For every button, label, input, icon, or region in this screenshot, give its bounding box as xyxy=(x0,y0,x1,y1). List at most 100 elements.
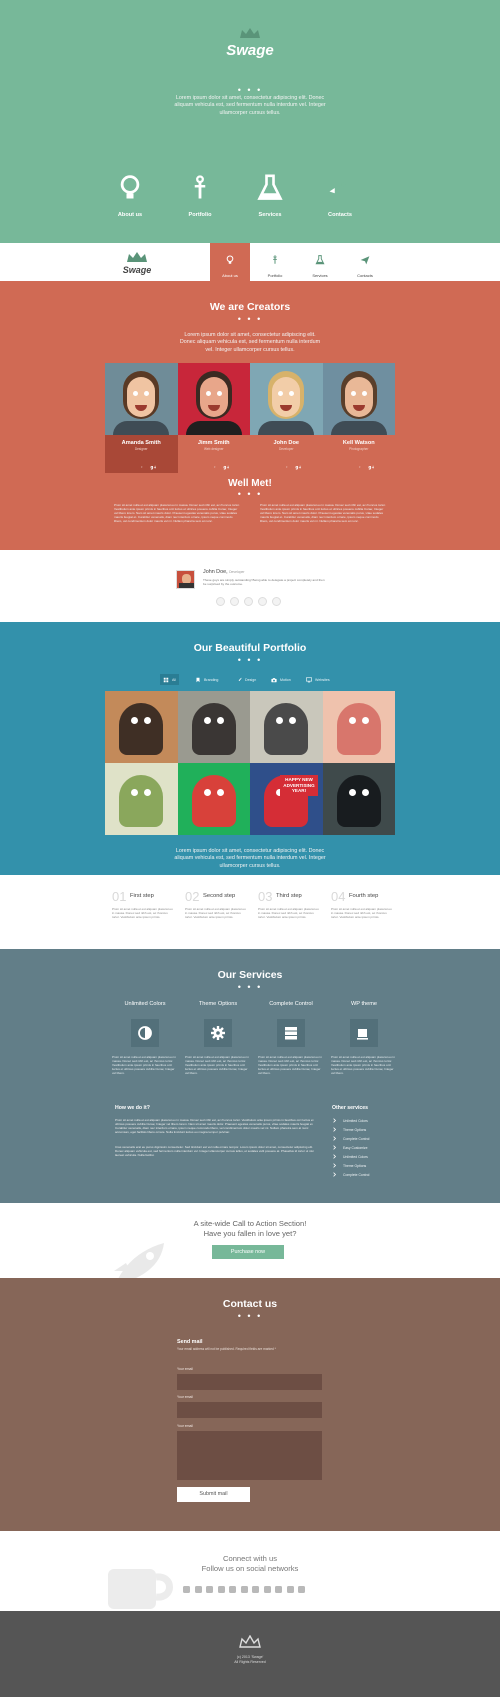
facebook-link[interactable] xyxy=(138,457,144,475)
myspace-icon[interactable] xyxy=(298,1586,305,1593)
twitter-link[interactable] xyxy=(344,457,350,475)
rss-icon[interactable] xyxy=(275,1586,282,1593)
step-text: Proin sit amet nulla et est aliquam plac… xyxy=(258,907,319,919)
how-paragraph-1: Proin sit amet nulla et est aliquam plac… xyxy=(115,1118,314,1135)
portfolio-item[interactable]: HAPPY NEW ADVERTISING YEAR! xyxy=(250,763,323,835)
pager-dot[interactable] xyxy=(216,597,225,606)
portfolio-character-eye xyxy=(131,789,138,796)
google-plus-icon[interactable] xyxy=(240,1586,248,1593)
nav-item-portfolio[interactable]: Portfolio xyxy=(255,243,295,281)
hero-link-contacts[interactable]: Contacts xyxy=(310,174,370,218)
lastfm-icon[interactable] xyxy=(263,1586,271,1593)
twitter-link[interactable] xyxy=(199,457,205,475)
portfolio-item[interactable] xyxy=(322,691,395,763)
purchase-button[interactable]: Purchase now xyxy=(212,1245,284,1259)
member-role: Photographer xyxy=(349,447,369,451)
portfolio-item[interactable] xyxy=(105,691,178,763)
other-service-link[interactable]: Complete Control xyxy=(332,1172,369,1177)
twitter-icon[interactable] xyxy=(194,1586,202,1593)
eye xyxy=(144,391,149,396)
hero-link-about-us[interactable]: About us xyxy=(100,174,160,218)
pager-dot[interactable] xyxy=(230,597,239,606)
portfolio-item[interactable] xyxy=(177,691,250,763)
service-title: Unlimited Colors xyxy=(124,1001,166,1007)
team-photo xyxy=(105,363,178,435)
testimonial-pager xyxy=(216,597,286,607)
hero-link-label: Services xyxy=(258,212,282,218)
filter-all[interactable]: All xyxy=(160,674,179,685)
google-plus-link[interactable]: g+ xyxy=(295,457,302,475)
portfolio-item[interactable] xyxy=(105,763,178,835)
portfolio-character-eye xyxy=(144,717,151,724)
other-service-link[interactable]: Unlimited Colors xyxy=(332,1154,368,1159)
email-input-1[interactable] xyxy=(177,1374,322,1390)
filter-websites[interactable]: Websites xyxy=(303,674,333,685)
twitter-link[interactable] xyxy=(271,457,277,475)
other-service-link[interactable]: Unlimited Colors xyxy=(332,1118,368,1123)
rocket-icon xyxy=(329,182,346,194)
facebook-icon[interactable] xyxy=(229,1586,236,1593)
facebook-link[interactable] xyxy=(211,457,217,475)
flask-icon xyxy=(315,255,325,265)
brush-icon xyxy=(238,677,242,681)
member-role: Developer xyxy=(278,447,294,451)
team-card: Kell WatsonPhotographer g+ xyxy=(323,435,396,473)
member-name: Jimm Smith xyxy=(197,440,230,446)
shoulders xyxy=(185,421,242,435)
team-card[interactable]: Amanda SmithDesigner g+ xyxy=(105,435,178,473)
facebook-link[interactable] xyxy=(283,457,289,475)
twitter-link[interactable] xyxy=(126,457,132,475)
bookmark-icon xyxy=(196,677,200,682)
other-service-link[interactable]: Theme Options xyxy=(332,1163,366,1168)
contact-section: Contact us • • • Send mail Your email ad… xyxy=(0,1278,500,1531)
filter-branding[interactable]: Branding xyxy=(192,674,221,685)
team-card: Jimm SmithWeb designer g+ xyxy=(178,435,251,473)
meet-column-left: Proin sit amet nulla et est aliquam plac… xyxy=(114,503,240,524)
digg-icon[interactable] xyxy=(206,1586,213,1593)
pager-dot[interactable] xyxy=(258,597,267,606)
nav-item-services[interactable]: Services xyxy=(300,243,340,281)
hero-logo[interactable]: Swage xyxy=(0,26,500,59)
skype-icon[interactable] xyxy=(183,1586,190,1593)
eye xyxy=(289,391,294,396)
other-service-link[interactable]: Easy Customize xyxy=(332,1145,368,1150)
other-service-link[interactable]: Complete Control xyxy=(332,1136,369,1141)
eye xyxy=(216,391,222,396)
eye xyxy=(361,391,367,396)
google-plus-link[interactable]: g+ xyxy=(150,457,157,475)
face xyxy=(344,377,373,417)
shoulders xyxy=(113,421,169,435)
nav-item-contacts[interactable]: Contacts xyxy=(345,243,385,281)
portfolio-filters: All Branding Design Motion Websites xyxy=(160,674,350,685)
portfolio-item[interactable] xyxy=(250,691,323,763)
facebook-link[interactable] xyxy=(356,457,362,475)
filter-label: Websites xyxy=(315,677,330,682)
meet-column-right: Proin sit amet nulla et est aliquam plac… xyxy=(260,503,386,524)
filter-design[interactable]: Design xyxy=(233,674,259,685)
pager-dot[interactable] xyxy=(244,597,253,606)
chevron-right-icon xyxy=(333,1172,337,1177)
linkedin-icon[interactable] xyxy=(286,1586,294,1593)
vimeo-icon[interactable] xyxy=(252,1586,259,1593)
portfolio-item[interactable] xyxy=(322,763,395,835)
nav-item-about-us[interactable]: About us xyxy=(210,243,250,281)
google-plus-link[interactable]: g+ xyxy=(223,457,229,475)
anchor-icon xyxy=(273,255,277,264)
pager-dot[interactable] xyxy=(272,597,281,606)
eye xyxy=(133,391,138,396)
testimonial-name: John Doe, xyxy=(203,569,228,575)
email-input-2[interactable] xyxy=(177,1402,322,1418)
submit-mail-button[interactable]: Submit mail xyxy=(177,1487,250,1502)
services-title: Our Services xyxy=(217,969,283,981)
hero-link-services[interactable]: Services xyxy=(240,174,300,218)
hero-link-portfolio[interactable]: Portfolio xyxy=(170,174,230,218)
nav-logo[interactable]: Swage xyxy=(122,250,152,275)
field-label-2: Your email xyxy=(177,1395,193,1399)
blogger-icon[interactable] xyxy=(217,1586,225,1593)
other-service-link[interactable]: Theme Options xyxy=(332,1127,366,1132)
google-plus-link[interactable]: g+ xyxy=(368,457,374,475)
hero-section: Swage • • • Lorem ipsum dolor sit amet, … xyxy=(0,0,500,243)
portfolio-item[interactable] xyxy=(177,763,250,835)
message-textarea[interactable] xyxy=(177,1431,322,1480)
filter-motion[interactable]: Motion xyxy=(268,674,294,685)
